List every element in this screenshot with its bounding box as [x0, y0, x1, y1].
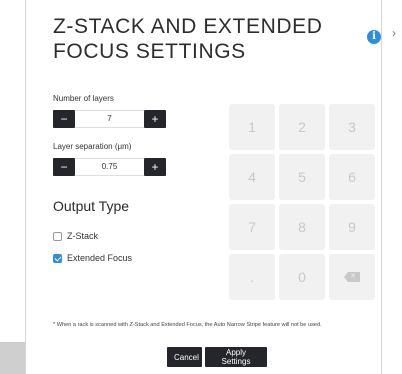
keypad-key-2[interactable]: 2 [279, 104, 325, 150]
footnote: * When a rack is scanned with Z-Stack an… [53, 322, 322, 328]
zstack-option[interactable]: Z-Stack [53, 230, 98, 242]
cancel-button[interactable]: Cancel [167, 347, 202, 367]
separation-increment-button[interactable]: + [144, 158, 166, 176]
keypad-key-7[interactable]: 7 [229, 204, 275, 250]
chevron-right-icon[interactable]: › [392, 27, 396, 39]
keypad-key-4[interactable]: 4 [229, 154, 275, 200]
layers-increment-button[interactable]: + [144, 110, 166, 128]
extended-focus-checkbox[interactable] [53, 253, 62, 263]
keypad-key-3[interactable]: 3 [329, 104, 375, 150]
zstack-settings-dialog: Z-STACK AND EXTENDED FOCUS SETTINGS i Nu… [25, 0, 382, 374]
extended-focus-option[interactable]: Extended Focus [53, 252, 132, 264]
keypad-key-6[interactable]: 6 [329, 154, 375, 200]
separation-value[interactable]: 0.75 [75, 158, 144, 176]
backspace-icon [344, 272, 360, 282]
apply-settings-button[interactable]: Apply Settings [205, 347, 267, 367]
dialog-title: Z-STACK AND EXTENDED FOCUS SETTINGS [53, 15, 323, 63]
keypad-key-1[interactable]: 1 [229, 104, 275, 150]
keypad-key-decimal[interactable]: . [229, 254, 275, 300]
separation-decrement-button[interactable]: − [53, 158, 75, 176]
keypad-key-9[interactable]: 9 [329, 204, 375, 250]
info-icon[interactable]: i [367, 30, 381, 44]
zstack-option-label: Z-Stack [67, 231, 99, 241]
layers-value[interactable]: 7 [75, 110, 144, 128]
keypad-key-8[interactable]: 8 [279, 204, 325, 250]
separation-stepper: − 0.75 + [53, 158, 166, 176]
zstack-checkbox[interactable] [53, 231, 62, 241]
extended-focus-option-label: Extended Focus [67, 253, 133, 263]
keypad-backspace-key[interactable] [329, 254, 375, 300]
layers-label: Number of layers [53, 94, 114, 103]
keypad-key-0[interactable]: 0 [279, 254, 325, 300]
background-right-edge [382, 0, 402, 374]
separation-label: Layer separation (μm) [53, 142, 132, 151]
output-type-heading: Output Type [53, 198, 130, 214]
keypad-key-5[interactable]: 5 [279, 154, 325, 200]
layers-stepper: − 7 + [53, 110, 166, 128]
background-panel [0, 0, 25, 374]
layers-decrement-button[interactable]: − [53, 110, 75, 128]
